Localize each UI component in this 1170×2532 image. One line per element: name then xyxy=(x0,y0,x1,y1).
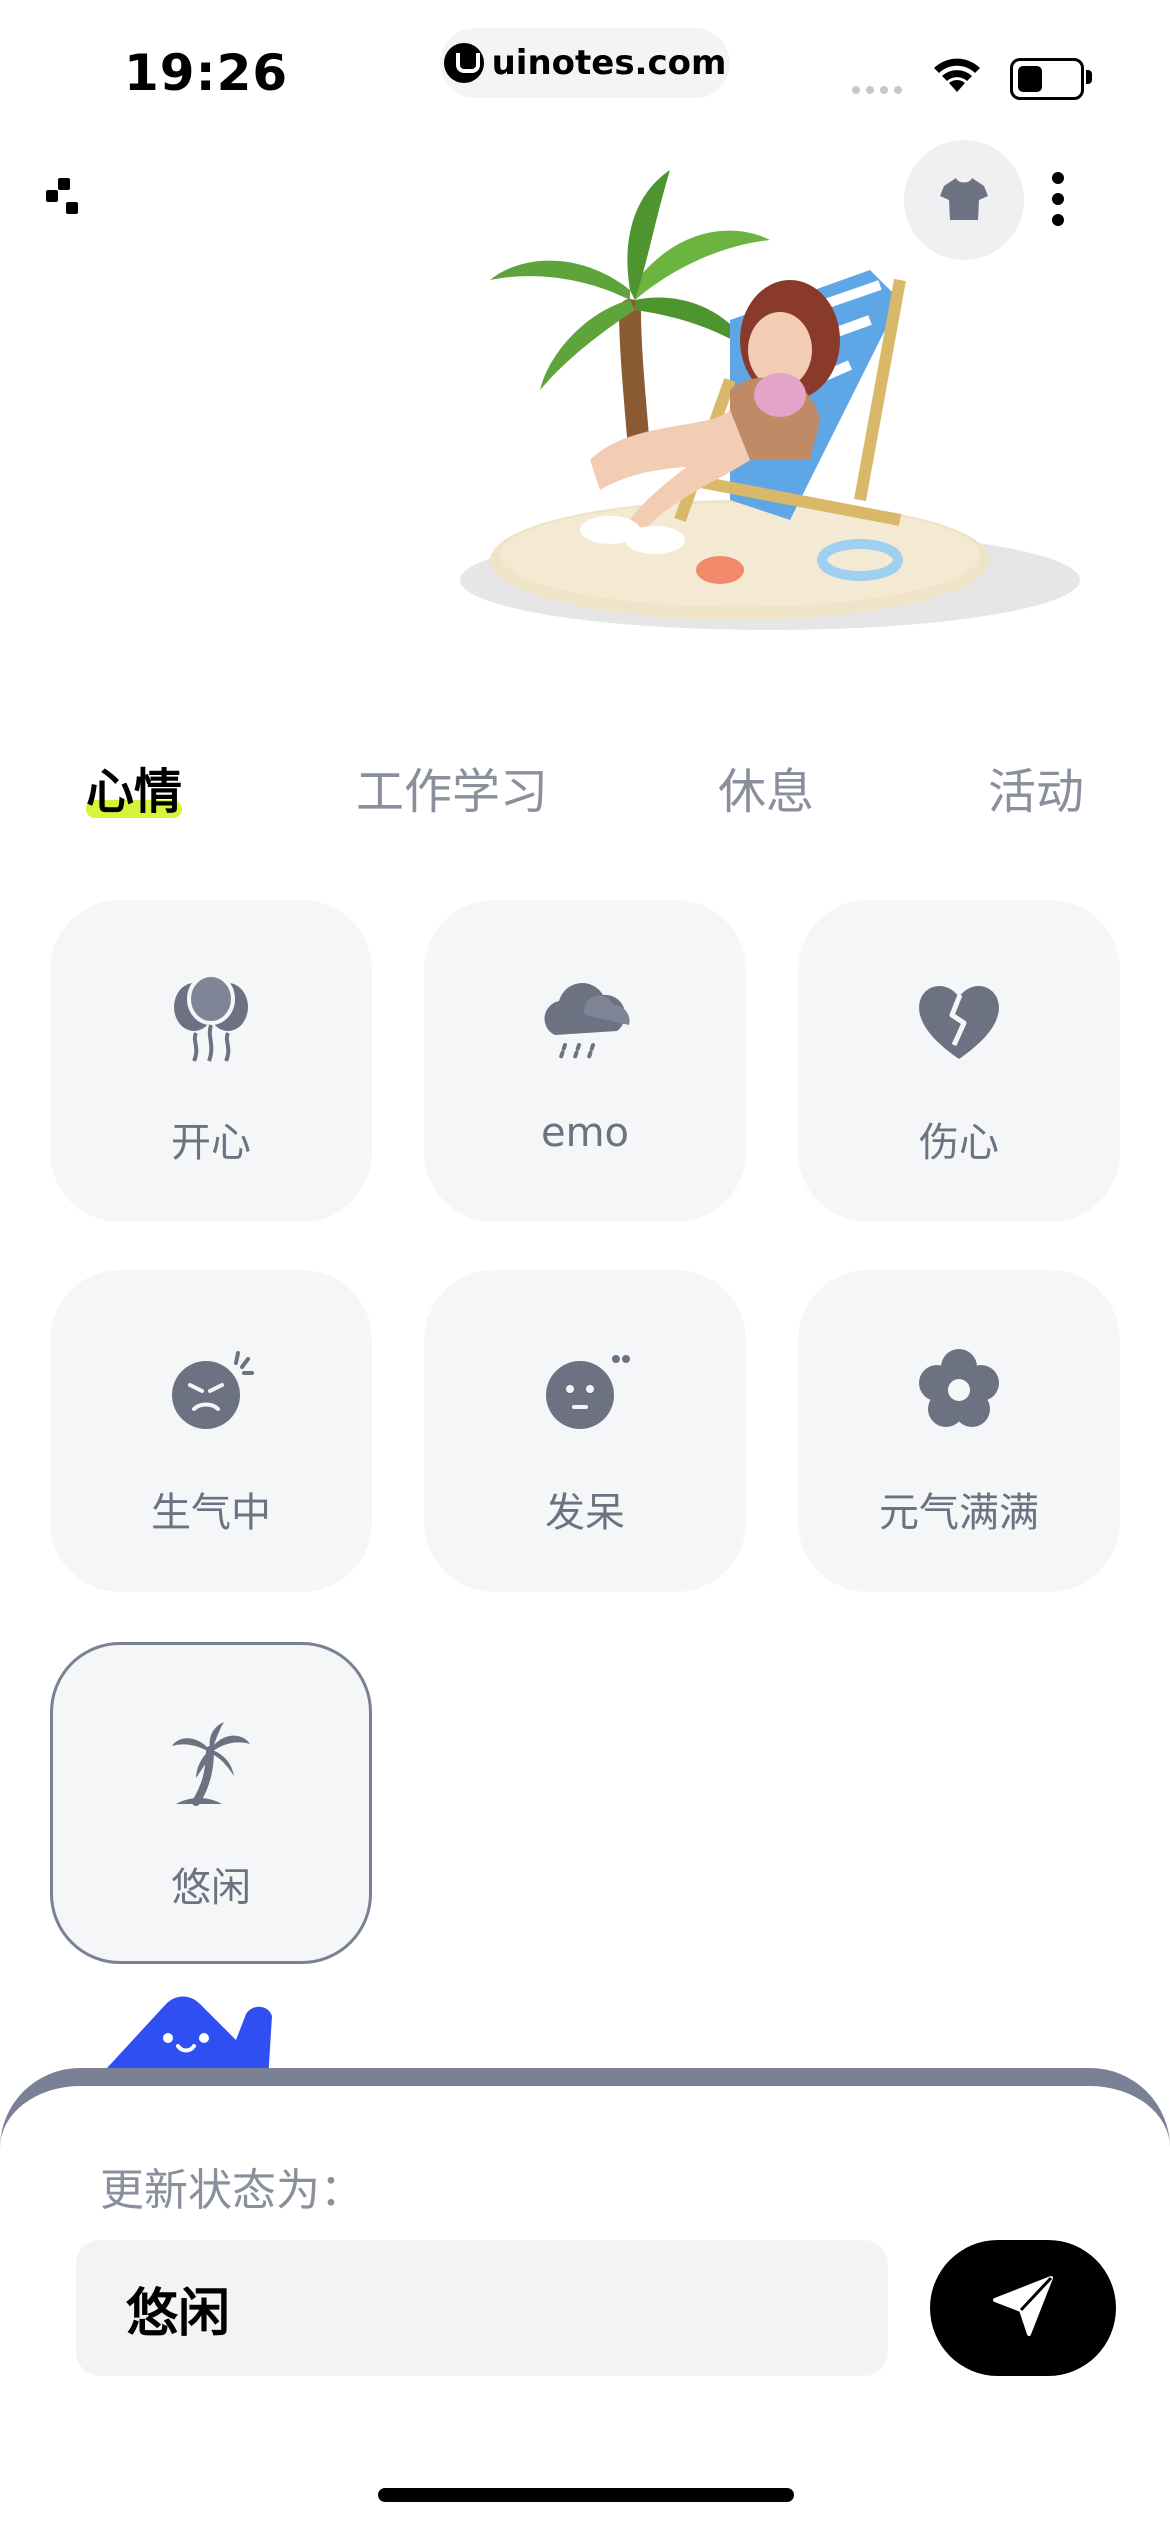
mood-card-emo[interactable]: emo xyxy=(424,900,746,1222)
blank-face-icon xyxy=(424,1340,746,1440)
grid-icon[interactable] xyxy=(46,178,80,226)
mood-card-leisure[interactable]: 悠闲 xyxy=(50,1642,372,1964)
site-logo-icon xyxy=(443,43,484,83)
status-time: 19:26 xyxy=(124,44,289,102)
mood-label: emo xyxy=(540,1110,630,1156)
wifi-icon xyxy=(930,54,984,98)
send-button[interactable] xyxy=(930,2240,1116,2376)
tab-mood[interactable]: 心情 xyxy=(86,752,182,822)
mood-card-angry[interactable]: 生气中 xyxy=(50,1270,372,1592)
url-text: uinotes.com xyxy=(491,43,727,83)
tab-rest[interactable]: 休息 xyxy=(718,752,814,822)
mood-label: 生气中 xyxy=(151,1490,271,1536)
tab-activity[interactable]: 活动 xyxy=(988,752,1084,822)
mood-label: 伤心 xyxy=(919,1120,999,1166)
send-icon xyxy=(991,2274,1055,2342)
battery-tip xyxy=(1086,70,1092,84)
url-pill[interactable]: uinotes.com xyxy=(440,28,730,98)
flower-icon xyxy=(798,1340,1120,1440)
mood-label: 开心 xyxy=(171,1120,251,1166)
broken-heart-icon xyxy=(798,970,1120,1070)
balloons-icon xyxy=(50,970,372,1070)
status-input[interactable]: 悠闲 xyxy=(76,2240,888,2376)
mood-label: 悠闲 xyxy=(171,1865,251,1911)
mood-card-happy[interactable]: 开心 xyxy=(50,900,372,1222)
battery-icon xyxy=(1010,58,1084,100)
home-indicator xyxy=(378,2488,794,2502)
status-sheet-label: 更新状态为： xyxy=(100,2165,364,2216)
mood-card-energetic[interactable]: 元气满满 xyxy=(798,1270,1120,1592)
mood-label: 发呆 xyxy=(545,1490,625,1536)
mood-card-sad[interactable]: 伤心 xyxy=(798,900,1120,1222)
angry-face-icon xyxy=(50,1340,372,1440)
tab-work-study[interactable]: 工作学习 xyxy=(356,752,548,822)
rain-cloud-icon xyxy=(424,970,746,1070)
mood-label: 元气满满 xyxy=(879,1490,1039,1536)
avatar-illustration xyxy=(430,160,1110,640)
mood-card-daze[interactable]: 发呆 xyxy=(424,1270,746,1592)
signal-icon xyxy=(852,86,902,94)
palm-tree-icon xyxy=(53,1715,369,1815)
